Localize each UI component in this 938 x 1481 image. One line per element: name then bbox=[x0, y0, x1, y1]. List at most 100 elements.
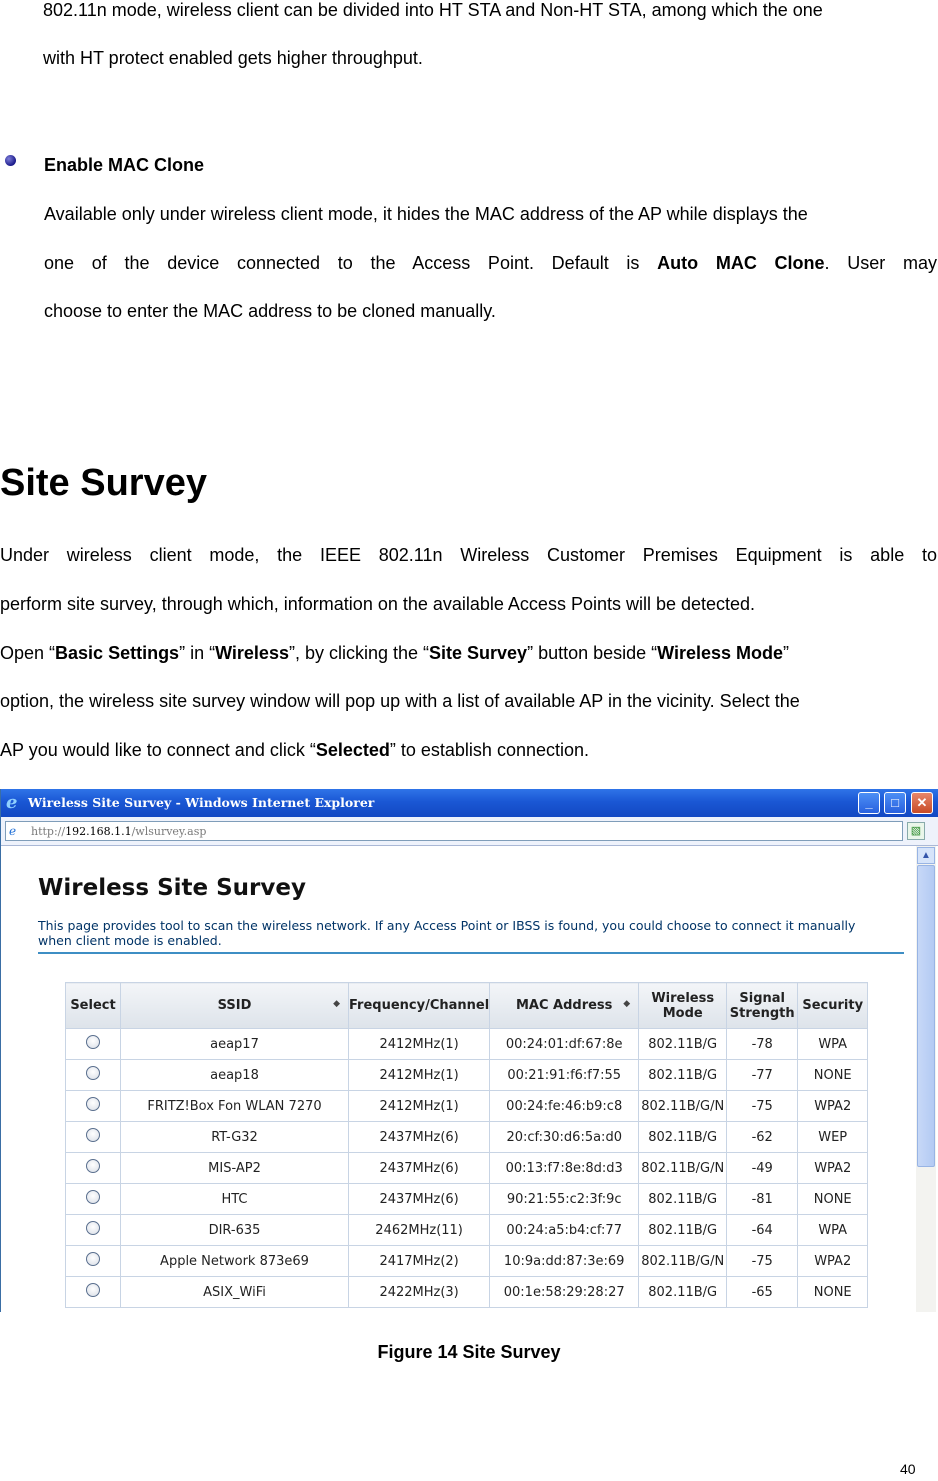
wireless-term: Wireless bbox=[215, 643, 289, 663]
ssid-cell: HTC bbox=[120, 1183, 349, 1215]
mac-cell: 00:13:f7:8e:8d:d3 bbox=[489, 1152, 640, 1184]
select-radio[interactable] bbox=[86, 1159, 100, 1173]
frequency-cell: 2462MHz(11) bbox=[347, 1214, 491, 1246]
security-cell: NONE bbox=[797, 1059, 869, 1091]
vertical-scrollbar[interactable]: ▲ bbox=[916, 846, 936, 1312]
signal-cell: -77 bbox=[726, 1059, 799, 1091]
col-mac[interactable]: MAC Address ◆ bbox=[489, 982, 640, 1029]
mac-cell: 00:24:01:df:67:8e bbox=[489, 1028, 640, 1060]
security-cell: WPA bbox=[797, 1214, 869, 1246]
table-row[interactable]: aeap18 2412MHz(1) 00:21:91:f6:f7:55 802.11B… bbox=[65, 1059, 869, 1091]
mac-clone-heading: Enable MAC Clone bbox=[44, 155, 205, 175]
col-ssid-label: SSID bbox=[217, 998, 252, 1013]
para2-text: ” to establish connection. bbox=[389, 740, 590, 760]
table-row[interactable]: ASIX_WiFi 2422MHz(3) 00:1e:58:29:28:27 802.… bbox=[65, 1276, 869, 1308]
table-row[interactable]: Apple Network 873e69 2417MHz(2) 10:9a:dd:8… bbox=[65, 1245, 869, 1277]
intro-line-2: with HT protect enabled gets higher thro… bbox=[43, 48, 423, 68]
close-button[interactable]: ✕ bbox=[911, 792, 933, 814]
ssid-cell: ASIX_WiFi bbox=[120, 1276, 349, 1308]
frequency-cell: 2412MHz(1) bbox=[347, 1090, 491, 1122]
mac-clone-line-1: Available only under wireless client mod… bbox=[44, 204, 808, 224]
para2-line-3: AP you would like to connect and click “… bbox=[0, 738, 589, 762]
url-field[interactable]: ℯ http://192.168.1.1/wlsurvey.asp bbox=[5, 821, 903, 841]
select-cell bbox=[65, 1245, 121, 1277]
signal-cell: -81 bbox=[726, 1183, 799, 1215]
frequency-cell: 2412MHz(1) bbox=[347, 1028, 491, 1060]
frequency-cell: 2412MHz(1) bbox=[347, 1059, 491, 1091]
table-row[interactable]: RT-G32 2437MHz(6) 20:cf:30:d6:5a:d0 802.11B… bbox=[65, 1121, 869, 1153]
mode-cell: 802.11B/G bbox=[638, 1214, 728, 1246]
mode-cell: 802.11B/G/N bbox=[638, 1245, 728, 1277]
scroll-up-icon[interactable]: ▲ bbox=[917, 847, 935, 864]
url-text: http://192.168.1.1/wlsurvey.asp bbox=[31, 825, 206, 838]
select-cell bbox=[65, 1152, 121, 1184]
site-survey-term: Site Survey bbox=[429, 643, 528, 663]
mac-clone-line-3: choose to enter the MAC address to be cl… bbox=[44, 301, 496, 321]
intro-line-1: 802.11n mode, wireless client can be div… bbox=[43, 0, 823, 20]
sort-icon[interactable]: ◆ bbox=[333, 999, 340, 1009]
select-radio[interactable] bbox=[86, 1221, 100, 1235]
mac-cell: 10:9a:dd:87:3e:69 bbox=[489, 1245, 640, 1277]
mode-cell: 802.11B/G bbox=[638, 1059, 728, 1091]
col-security[interactable]: Security bbox=[797, 982, 869, 1029]
sort-icon[interactable]: ◆ bbox=[623, 999, 630, 1009]
col-ssid[interactable]: SSID ◆ bbox=[120, 982, 349, 1029]
table-row[interactable]: MIS-AP2 2437MHz(6) 00:13:f7:8e:8d:d3 802.11… bbox=[65, 1152, 869, 1184]
select-radio[interactable] bbox=[86, 1035, 100, 1049]
mode-cell: 802.11B/G bbox=[638, 1183, 728, 1215]
select-radio[interactable] bbox=[86, 1283, 100, 1297]
col-mode[interactable]: Wireless Mode bbox=[638, 982, 728, 1029]
selected-term: Selected bbox=[315, 740, 390, 760]
address-bar: ℯ http://192.168.1.1/wlsurvey.asp ▧ bbox=[1, 817, 938, 846]
ssid-cell: Apple Network 873e69 bbox=[120, 1245, 349, 1277]
mode-cell: 802.11B/G/N bbox=[638, 1090, 728, 1122]
frequency-cell: 2437MHz(6) bbox=[347, 1121, 491, 1153]
title-bar: e Wireless Site Survey - Windows Interne… bbox=[1, 789, 938, 817]
col-frequency[interactable]: Frequency/Channel bbox=[347, 982, 491, 1029]
para2-text: Open “ bbox=[0, 643, 56, 663]
col-signal[interactable]: Signal Strength bbox=[726, 982, 799, 1029]
minimize-button[interactable]: _ bbox=[858, 792, 880, 814]
scroll-thumb[interactable] bbox=[917, 865, 935, 1167]
select-radio[interactable] bbox=[86, 1252, 100, 1266]
mac-cell: 90:21:55:c2:3f:9c bbox=[489, 1183, 640, 1215]
signal-cell: -65 bbox=[726, 1276, 799, 1308]
select-radio[interactable] bbox=[86, 1128, 100, 1142]
security-cell: NONE bbox=[797, 1276, 869, 1308]
frequency-cell: 2417MHz(2) bbox=[347, 1245, 491, 1277]
select-cell bbox=[65, 1028, 121, 1060]
frequency-cell: 2437MHz(6) bbox=[347, 1183, 491, 1215]
ssid-cell: RT-G32 bbox=[120, 1121, 349, 1153]
table-row[interactable]: FRITZ!Box Fon WLAN 7270 2412MHz(1) 00:24:f… bbox=[65, 1090, 869, 1122]
table-row[interactable]: HTC 2437MHz(6) 90:21:55:c2:3f:9c 802.11B/G -… bbox=[65, 1183, 869, 1215]
mac-cell: 00:1e:58:29:28:27 bbox=[489, 1276, 640, 1308]
para1-line-2: perform site survey, through which, info… bbox=[0, 594, 756, 614]
security-cell: NONE bbox=[797, 1183, 869, 1215]
select-radio[interactable] bbox=[86, 1066, 100, 1080]
mode-cell: 802.11B/G bbox=[638, 1276, 728, 1308]
compatibility-icon[interactable]: ▧ bbox=[907, 822, 925, 840]
select-cell bbox=[65, 1183, 121, 1215]
section-title: Site Survey bbox=[0, 462, 207, 504]
window-title: Wireless Site Survey - Windows Internet … bbox=[28, 795, 375, 810]
ssid-cell: aeap17 bbox=[120, 1028, 349, 1060]
page-icon: ℯ bbox=[9, 824, 17, 838]
select-cell bbox=[65, 1059, 121, 1091]
bullet-icon bbox=[5, 155, 16, 166]
mode-cell: 802.11B/G bbox=[638, 1121, 728, 1153]
table-row[interactable]: DIR-635 2462MHz(11) 00:24:a5:b4:cf:77 802.1… bbox=[65, 1214, 869, 1246]
site-survey-table: Select SSID ◆ Frequency/Channel MAC Addre… bbox=[65, 982, 869, 1308]
para2-text: AP you would like to connect and click “ bbox=[0, 740, 316, 760]
mode-cell: 802.11B/G/N bbox=[638, 1152, 728, 1184]
table-row[interactable]: aeap17 2412MHz(1) 00:24:01:df:67:8e 802.11B… bbox=[65, 1028, 869, 1060]
mac-clone-line-2: one of the device connected to the Acces… bbox=[44, 251, 937, 275]
maximize-button[interactable]: □ bbox=[884, 792, 906, 814]
select-radio[interactable] bbox=[86, 1190, 100, 1204]
select-cell bbox=[65, 1214, 121, 1246]
mac-cell: 20:cf:30:d6:5a:d0 bbox=[489, 1121, 640, 1153]
select-radio[interactable] bbox=[86, 1097, 100, 1111]
para2-text: ” button beside “ bbox=[527, 643, 658, 663]
ssid-cell: aeap18 bbox=[120, 1059, 349, 1091]
para2-text: ” in “ bbox=[179, 643, 216, 663]
mac-clone-text: one of the device connected to the Acces… bbox=[44, 253, 658, 273]
